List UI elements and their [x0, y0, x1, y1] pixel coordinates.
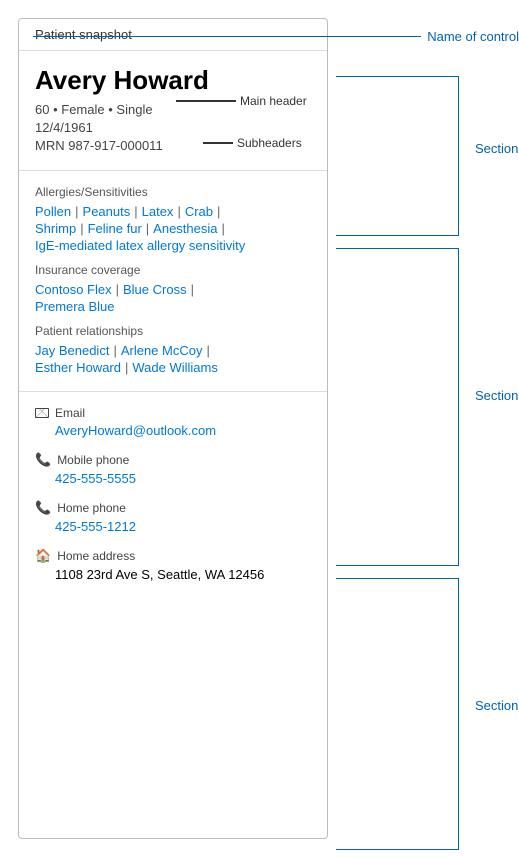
email-label: Email	[55, 406, 85, 420]
allergies-list-3: IgE-mediated latex allergy sensitivity	[35, 238, 311, 253]
allergy-shrimp[interactable]: Shrimp	[35, 221, 76, 236]
email-icon	[35, 408, 49, 418]
allergy-ige[interactable]: IgE-mediated latex allergy sensitivity	[35, 238, 245, 253]
email-value[interactable]: AveryHoward@outlook.com	[55, 423, 311, 438]
mobile-value[interactable]: 425-555-5555	[55, 471, 311, 486]
home-phone-label: Home phone	[57, 501, 126, 515]
allergy-anesthesia[interactable]: Anesthesia	[153, 221, 217, 236]
insurance-list: Contoso Flex | Blue Cross |	[35, 282, 311, 297]
home-phone-item: 📞 Home phone 425-555-1212	[35, 500, 311, 534]
allergies-list: Pollen | Peanuts | Latex | Crab |	[35, 204, 311, 219]
relationships-list-2: Esther Howard | Wade Williams	[35, 360, 311, 375]
allergy-peanuts[interactable]: Peanuts	[83, 204, 131, 219]
home-address-value: 1108 23rd Ave S, Seattle, WA 12456	[55, 567, 311, 582]
home-address-icon: 🏠	[35, 548, 51, 564]
allergies-list-2: Shrimp | Feline fur | Anesthesia |	[35, 221, 311, 236]
mobile-label-row: 📞 Mobile phone	[35, 452, 311, 468]
patient-name: Avery Howard	[35, 65, 311, 96]
rel-arlene[interactable]: Arlene McCoy	[121, 343, 203, 358]
subheaders-label: Subheaders	[237, 136, 302, 150]
home-address-item: 🏠 Home address 1108 23rd Ave S, Seattle,…	[35, 548, 311, 582]
insurance-label: Insurance coverage	[35, 263, 311, 277]
section2: Allergies/Sensitivities Pollen | Peanuts…	[19, 171, 327, 392]
control-line	[33, 36, 421, 38]
section1-label: Section 1	[475, 141, 519, 156]
email-item: Email AveryHoward@outlook.com	[35, 406, 311, 438]
section1-header: Avery Howard 60 • Female • Single 12/4/1…	[19, 51, 327, 171]
insurance-bluecross[interactable]: Blue Cross	[123, 282, 187, 297]
section1-bracket	[336, 76, 459, 236]
section2-bracket	[336, 248, 459, 566]
mobile-label: Mobile phone	[57, 453, 129, 467]
home-phone-value[interactable]: 425-555-1212	[55, 519, 311, 534]
home-address-label: Home address	[57, 549, 135, 563]
relationships-label: Patient relationships	[35, 324, 311, 338]
allergy-latex[interactable]: Latex	[142, 204, 174, 219]
subheaders-annotation: Subheaders	[203, 136, 302, 150]
allergies-label: Allergies/Sensitivities	[35, 185, 311, 199]
home-phone-label-row: 📞 Home phone	[35, 500, 311, 516]
allergy-feline[interactable]: Feline fur	[88, 221, 142, 236]
home-address-label-row: 🏠 Home address	[35, 548, 311, 564]
control-label: Name of control	[427, 29, 519, 44]
insurance-list-2: Premera Blue	[35, 299, 311, 314]
relationships-list: Jay Benedict | Arlene McCoy |	[35, 343, 311, 358]
main-header-annotation: Main header	[176, 94, 307, 108]
allergy-crab[interactable]: Crab	[185, 204, 213, 219]
rel-jay[interactable]: Jay Benedict	[35, 343, 109, 358]
section2-label: Section 2	[475, 388, 519, 403]
insurance-contoso[interactable]: Contoso Flex	[35, 282, 112, 297]
home-phone-icon: 📞	[35, 500, 51, 516]
allergy-pollen[interactable]: Pollen	[35, 204, 71, 219]
insurance-premera[interactable]: Premera Blue	[35, 299, 114, 314]
section3-label: Section 3	[475, 698, 519, 713]
rel-esther[interactable]: Esther Howard	[35, 360, 121, 375]
section3-bracket	[336, 578, 459, 850]
mobile-phone-icon: 📞	[35, 452, 51, 468]
mobile-phone-item: 📞 Mobile phone 425-555-5555	[35, 452, 311, 486]
email-label-row: Email	[35, 406, 311, 420]
section3: Email AveryHoward@outlook.com 📞 Mobile p…	[19, 392, 327, 596]
rel-wade[interactable]: Wade Williams	[132, 360, 217, 375]
name-of-control-annotation: Name of control	[33, 29, 519, 44]
main-header-label: Main header	[240, 94, 307, 108]
patient-dob: 12/4/1961	[35, 120, 311, 135]
